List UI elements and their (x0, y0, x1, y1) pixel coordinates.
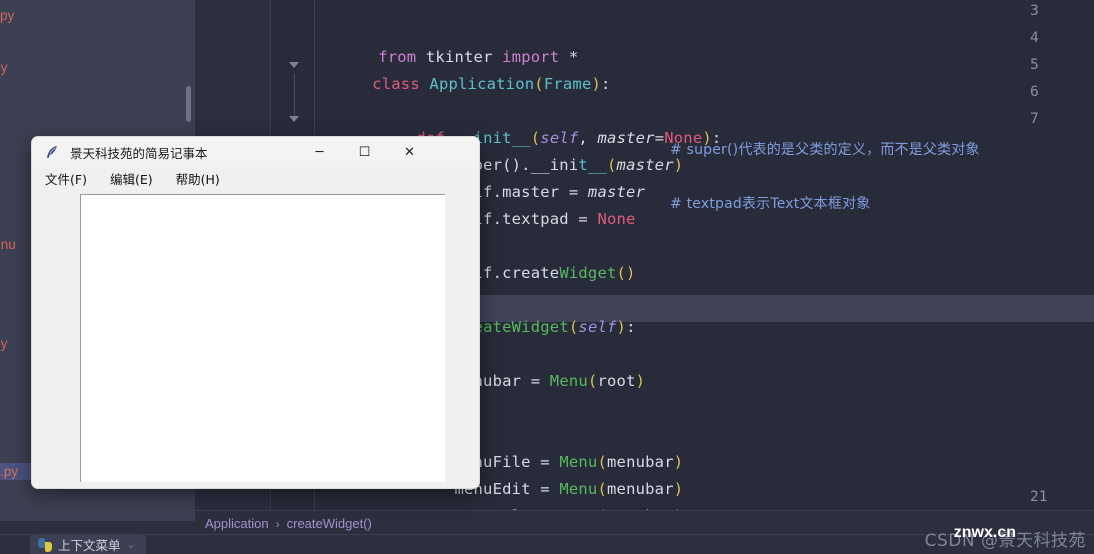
line-number-21: 21 (1030, 489, 1048, 505)
chevron-down-icon[interactable]: ⌄ (127, 538, 136, 551)
line-number-6: 6 (1030, 84, 1039, 100)
notepad-textarea[interactable] (80, 194, 445, 482)
sidebar-file-2[interactable]: d.py (0, 60, 8, 75)
line-number-7: 7 (1030, 111, 1039, 127)
line-number-3: 3 (1030, 3, 1039, 19)
breadcrumb-class[interactable]: Application (205, 516, 269, 531)
minimize-button[interactable]: ─ (297, 137, 342, 167)
notepad-window[interactable]: 景天科技苑的简易记事本 ─ ☐ ✕ 文件(F) 编辑(E) 帮助(H) (31, 136, 480, 489)
fold-arrow-class[interactable] (289, 62, 299, 68)
code-line-21: menuHelp = Menu(menubar) (321, 489, 683, 510)
maximize-button[interactable]: ☐ (342, 137, 387, 167)
close-button[interactable]: ✕ (387, 137, 432, 167)
fold-arrow-init[interactable] (289, 116, 299, 122)
tool-window-tab-context-menu[interactable]: 上下文菜单 ⌄ (30, 535, 146, 554)
menu-help[interactable]: 帮助(H) (173, 168, 223, 189)
feather-icon (44, 144, 60, 160)
chevron-right-icon: › (275, 516, 280, 531)
sidebar-scrollbar[interactable] (186, 86, 191, 122)
notepad-right-pad (445, 189, 479, 488)
code-line-5: class Application(Frame): (372, 75, 611, 93)
notepad-title: 景天科技苑的简易记事本 (70, 145, 208, 161)
notepad-titlebar[interactable]: 景天科技苑的简易记事本 ─ ☐ ✕ (32, 137, 479, 167)
tool-window-tab-label: 上下文菜单 (58, 538, 121, 553)
sidebar-file-0[interactable]: ox.py (0, 8, 14, 23)
sidebar-footer (0, 521, 195, 535)
notepad-menubar[interactable]: 文件(F) 编辑(E) 帮助(H) (32, 167, 479, 189)
python-icon (38, 537, 52, 552)
line-number-5: 5 (1030, 57, 1039, 73)
inline-comment-super: # super()代表的是父类的定义，而不是父类对象 (670, 142, 980, 158)
breadcrumb-method[interactable]: createWidget() (287, 516, 372, 531)
menu-edit[interactable]: 编辑(E) (107, 168, 156, 189)
sidebar-file-8[interactable]: d.py (0, 336, 8, 351)
fold-guide-class (294, 74, 295, 116)
line-number-4: 4 (1030, 30, 1039, 46)
menu-file[interactable]: 文件(F) (42, 168, 90, 189)
inline-comment-textpad: # textpad表示Text文本框对象 (670, 196, 871, 212)
watermark-overlay-text: znwx.cn (953, 524, 1016, 541)
sidebar-file-5[interactable]: Menu (0, 237, 16, 252)
